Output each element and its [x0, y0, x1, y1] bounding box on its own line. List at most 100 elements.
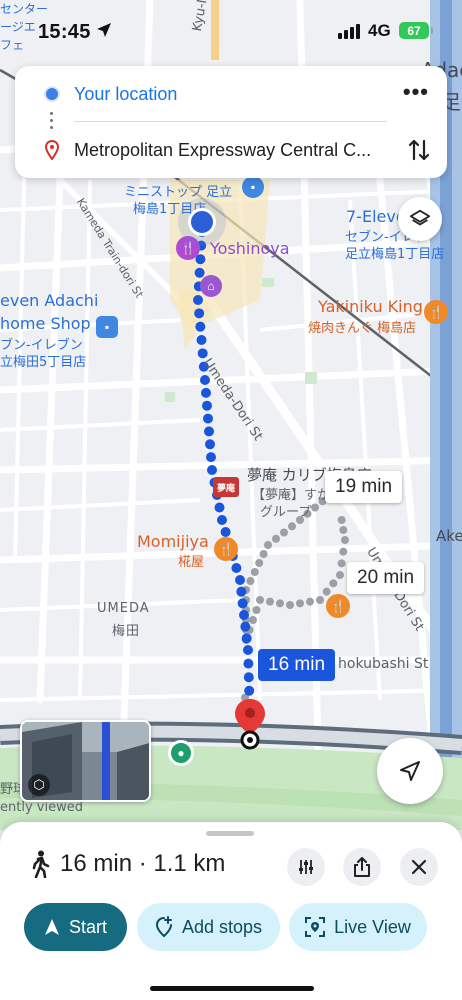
more-options-icon[interactable]: •••: [403, 79, 429, 105]
temple-icon[interactable]: ⌂: [200, 275, 222, 297]
layers-button[interactable]: [398, 197, 442, 241]
route-time-chip-alt1[interactable]: 19 min: [325, 471, 403, 503]
store-icon[interactable]: ▪: [242, 176, 264, 198]
navigation-start-icon: [44, 918, 60, 936]
layers-icon: [409, 209, 431, 226]
alt-route-dot: [336, 571, 344, 579]
alt-route-dot: [259, 550, 268, 558]
alt-route-dot: [322, 587, 331, 596]
alt-route-dot: [339, 526, 348, 534]
add-stops-button[interactable]: Add stops: [137, 903, 280, 951]
destination-pin-small-icon: [45, 140, 59, 160]
divider: [74, 121, 387, 122]
alt-route-dot: [256, 596, 264, 604]
alt-route-dot: [250, 568, 259, 576]
main-route-dot: [206, 452, 216, 463]
destination-row[interactable]: Metropolitan Expressway Central C...: [15, 125, 447, 175]
alt-route-dot: [246, 577, 255, 585]
navigation-arrow-icon: [400, 761, 420, 781]
alt-route-dot: [311, 503, 319, 512]
origin-field[interactable]: Your location: [74, 84, 177, 105]
alt-route-dot: [339, 547, 348, 556]
main-route-dot: [236, 586, 247, 597]
main-route-dot: [240, 621, 251, 632]
main-route-dot: [200, 375, 210, 385]
alt-route-dot: [296, 516, 304, 524]
main-route-dot: [194, 267, 205, 278]
destination-pin-icon[interactable]: [232, 697, 268, 751]
route-options-button[interactable]: [287, 848, 325, 886]
main-route-dot: [202, 400, 212, 411]
home-indicator: [150, 986, 314, 991]
store-icon[interactable]: ▪: [96, 316, 118, 338]
alt-route-dot: [341, 536, 349, 544]
alt-route-dot: [337, 516, 346, 524]
main-route-dot: [197, 348, 208, 359]
start-button[interactable]: Start: [24, 903, 127, 951]
main-route-dot: [207, 465, 217, 475]
my-location-button[interactable]: [377, 738, 443, 804]
alt-route-dot: [249, 616, 257, 624]
main-route-dot: [204, 426, 214, 437]
restaurant-icon[interactable]: 🍴: [326, 594, 350, 618]
street-view-thumbnail[interactable]: ⬡: [20, 720, 151, 802]
swap-vertical-icon[interactable]: [408, 137, 430, 163]
main-route-dot: [243, 645, 253, 655]
alt-route-dot: [276, 599, 284, 608]
route-time-chip-main[interactable]: 16 min: [258, 649, 336, 681]
status-bar: 15:45 4G 67: [0, 0, 462, 60]
add-location-icon: [155, 916, 173, 938]
walking-icon: [32, 850, 50, 878]
main-route-dot: [237, 598, 248, 609]
live-view-icon: [305, 917, 326, 937]
main-route-dot: [235, 575, 245, 585]
main-route-dot: [194, 308, 205, 319]
main-route-dot: [205, 439, 215, 450]
add-stops-label: Add stops: [181, 916, 263, 937]
main-route-dot: [243, 658, 254, 669]
alt-route-dot: [306, 597, 314, 606]
share-button[interactable]: [343, 848, 381, 886]
main-route-dot: [196, 335, 207, 345]
network-type: 4G: [368, 21, 391, 40]
main-route-dot: [217, 515, 227, 525]
alt-route-dot: [264, 541, 272, 549]
main-route-dot: [220, 527, 231, 537]
main-route-dot: [231, 563, 242, 573]
main-route-dot: [195, 321, 206, 332]
live-view-button[interactable]: Live View: [289, 903, 427, 951]
route-time-chip-alt2[interactable]: 20 min: [347, 562, 425, 594]
main-route-dot: [214, 502, 225, 513]
current-location-marker[interactable]: [188, 208, 216, 236]
alt-route-dot: [296, 599, 304, 608]
tune-icon: [299, 860, 313, 874]
battery-indicator: 67: [399, 22, 433, 39]
alt-route-dot: [266, 597, 274, 606]
sheet-drag-handle[interactable]: [206, 831, 254, 836]
start-label: Start: [68, 916, 107, 937]
restaurant-logo-icon[interactable]: 夢庵: [213, 477, 239, 497]
restaurant-icon[interactable]: 🍴: [424, 300, 448, 324]
alt-route-dot: [329, 579, 338, 588]
park-icon[interactable]: ●: [168, 740, 194, 766]
close-button[interactable]: [400, 848, 438, 886]
main-route-dot: [243, 672, 254, 683]
origin-row[interactable]: Your location: [15, 69, 447, 119]
route-summary: 16 min · 1.1 km: [30, 850, 225, 878]
location-arrow-icon: [97, 23, 111, 37]
main-route-dot: [198, 361, 209, 372]
cube-3d-icon: ⬡: [28, 774, 50, 796]
alt-route-dot: [286, 601, 294, 609]
alt-route-dot: [255, 559, 264, 567]
alt-route-dot: [272, 534, 280, 543]
origin-dot-icon: [46, 88, 58, 100]
bottom-sheet: 16 min · 1.1 km Start Add stops Live Vie…: [0, 822, 462, 1000]
main-route-dot: [193, 295, 203, 305]
alt-route-dot: [337, 559, 346, 568]
status-time: 15:45: [38, 21, 91, 43]
restaurant-icon[interactable]: 🍴: [214, 537, 238, 561]
close-icon: [411, 859, 427, 875]
live-view-label: Live View: [334, 916, 411, 937]
destination-field[interactable]: Metropolitan Expressway Central C...: [74, 140, 404, 161]
restaurant-icon[interactable]: 🍴: [176, 236, 200, 260]
